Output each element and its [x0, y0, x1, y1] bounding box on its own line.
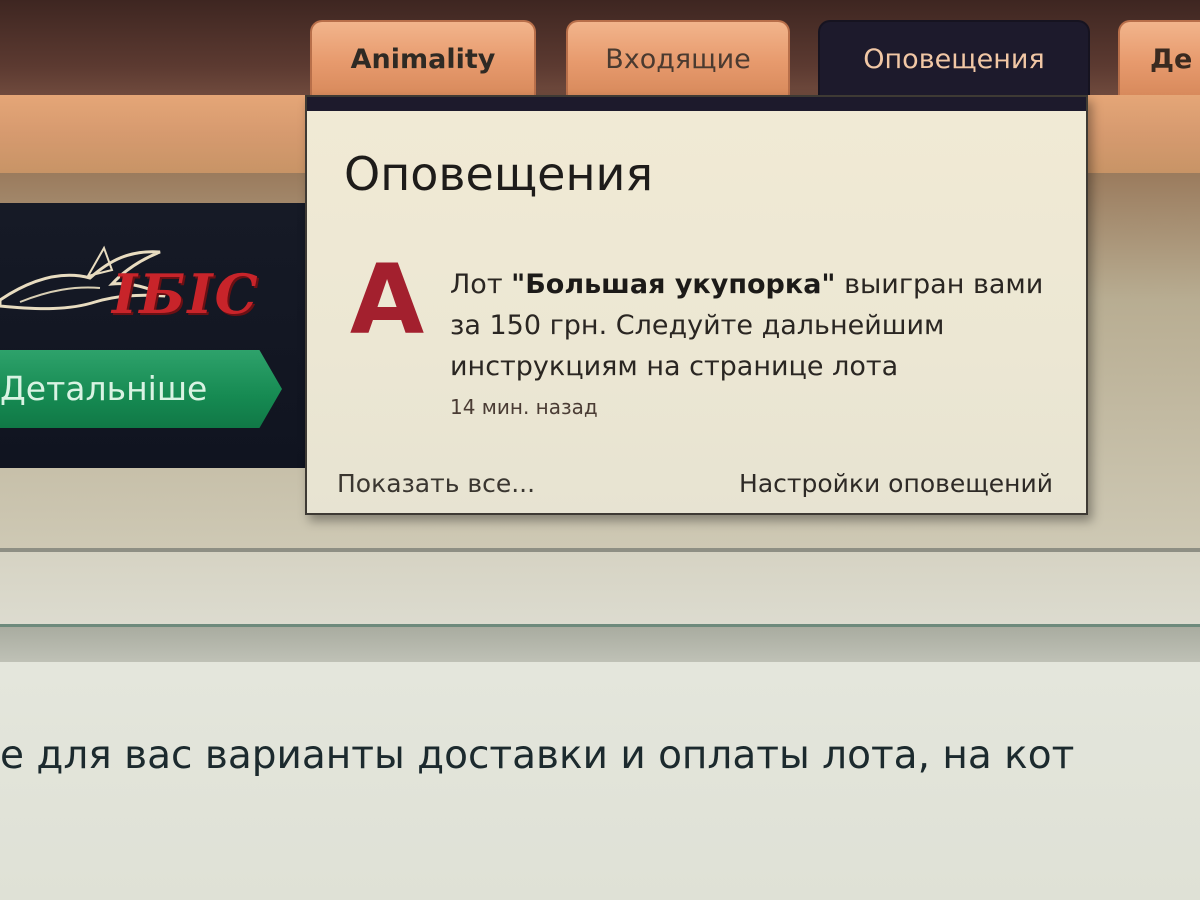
content-text: е для вас варианты доставки и оплаты лот…	[0, 733, 1075, 778]
content-row	[0, 552, 1200, 624]
notification-prefix: Лот	[450, 269, 512, 300]
notification-timestamp: 14 мин. назад	[450, 395, 598, 419]
animality-avatar-icon: A	[350, 255, 424, 345]
notification-item[interactable]: Лот "Большая укупорка" выигран вами за 1…	[450, 264, 1070, 387]
notification-settings-link[interactable]: Настройки оповещений	[739, 469, 1053, 498]
panel-title: Оповещения	[344, 147, 654, 201]
lot-name-link[interactable]: "Большая укупорка"	[511, 269, 835, 300]
tab-inbox[interactable]: Входящие	[566, 20, 790, 95]
main-content	[0, 662, 1200, 900]
avatar-letter: A	[350, 255, 424, 345]
panel-top-bar	[307, 97, 1086, 111]
detail-button[interactable]: Детальніше	[0, 350, 282, 428]
tab-partial[interactable]: Де	[1118, 20, 1200, 95]
notifications-panel: Оповещения A Лот "Большая укупорка" выиг…	[305, 95, 1088, 515]
show-all-link[interactable]: Показать все...	[337, 469, 535, 498]
tab-notifications-label: Оповещения	[863, 44, 1045, 75]
detail-button-label: Детальніше	[0, 369, 208, 408]
tab-notifications[interactable]: Оповещения	[818, 20, 1090, 95]
content-row	[0, 627, 1200, 662]
tab-partial-label: Де	[1150, 44, 1193, 75]
tab-animality[interactable]: Animality	[310, 20, 536, 95]
ibis-logo: IБIС	[112, 262, 260, 326]
tab-inbox-label: Входящие	[605, 44, 751, 75]
tab-animality-label: Animality	[350, 44, 496, 75]
